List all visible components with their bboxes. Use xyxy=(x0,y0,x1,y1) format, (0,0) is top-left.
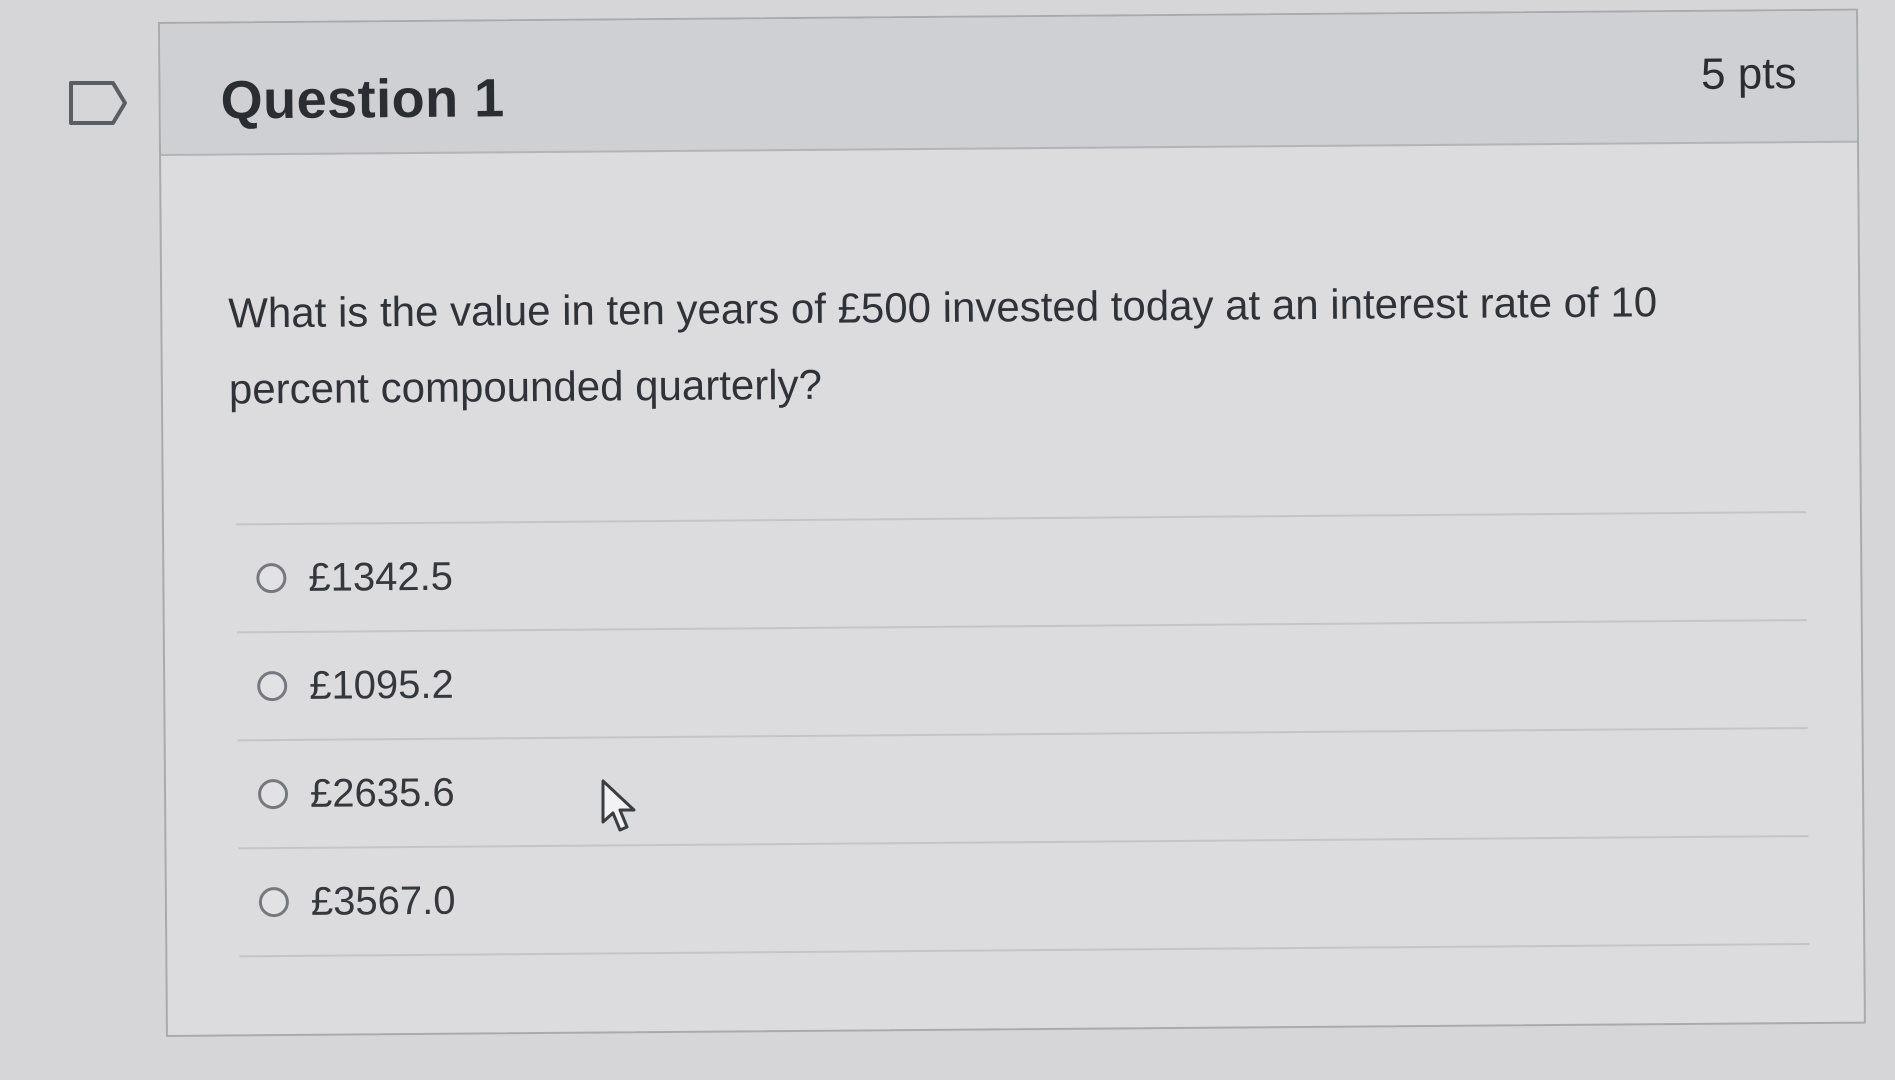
radio-button-icon[interactable] xyxy=(257,671,288,702)
question-text: What is the value in ten years of £500 i… xyxy=(228,278,1658,413)
question-points: 5 pts xyxy=(1700,49,1797,99)
radio-button-icon[interactable] xyxy=(257,779,289,810)
answer-option-1[interactable]: £1342.5 xyxy=(235,513,1807,634)
answer-option-2[interactable]: £1095.2 xyxy=(236,621,1808,742)
question-card: Question 1 5 pts What is the value in te… xyxy=(158,8,1866,1037)
radio-button-icon[interactable] xyxy=(256,563,287,594)
question-header: Question 1 5 pts xyxy=(160,10,1858,156)
answer-label[interactable]: £2635.6 xyxy=(310,770,455,816)
answer-label[interactable]: £1095.2 xyxy=(309,662,454,708)
mouse-pointer-icon xyxy=(601,779,636,832)
question-title: Question 1 xyxy=(220,68,505,131)
answer-label[interactable]: £1342.5 xyxy=(308,554,453,600)
answer-label[interactable]: £3567.0 xyxy=(311,878,456,924)
answer-list: £1342.5 £1095.2 £2635.6 £3567.0 xyxy=(235,511,1810,958)
flag-question-icon[interactable] xyxy=(68,80,128,126)
radio-button-icon[interactable] xyxy=(258,886,290,918)
answer-option-3[interactable]: £2635.6 xyxy=(237,729,1809,850)
answer-option-4[interactable]: £3567.0 xyxy=(238,837,1810,958)
